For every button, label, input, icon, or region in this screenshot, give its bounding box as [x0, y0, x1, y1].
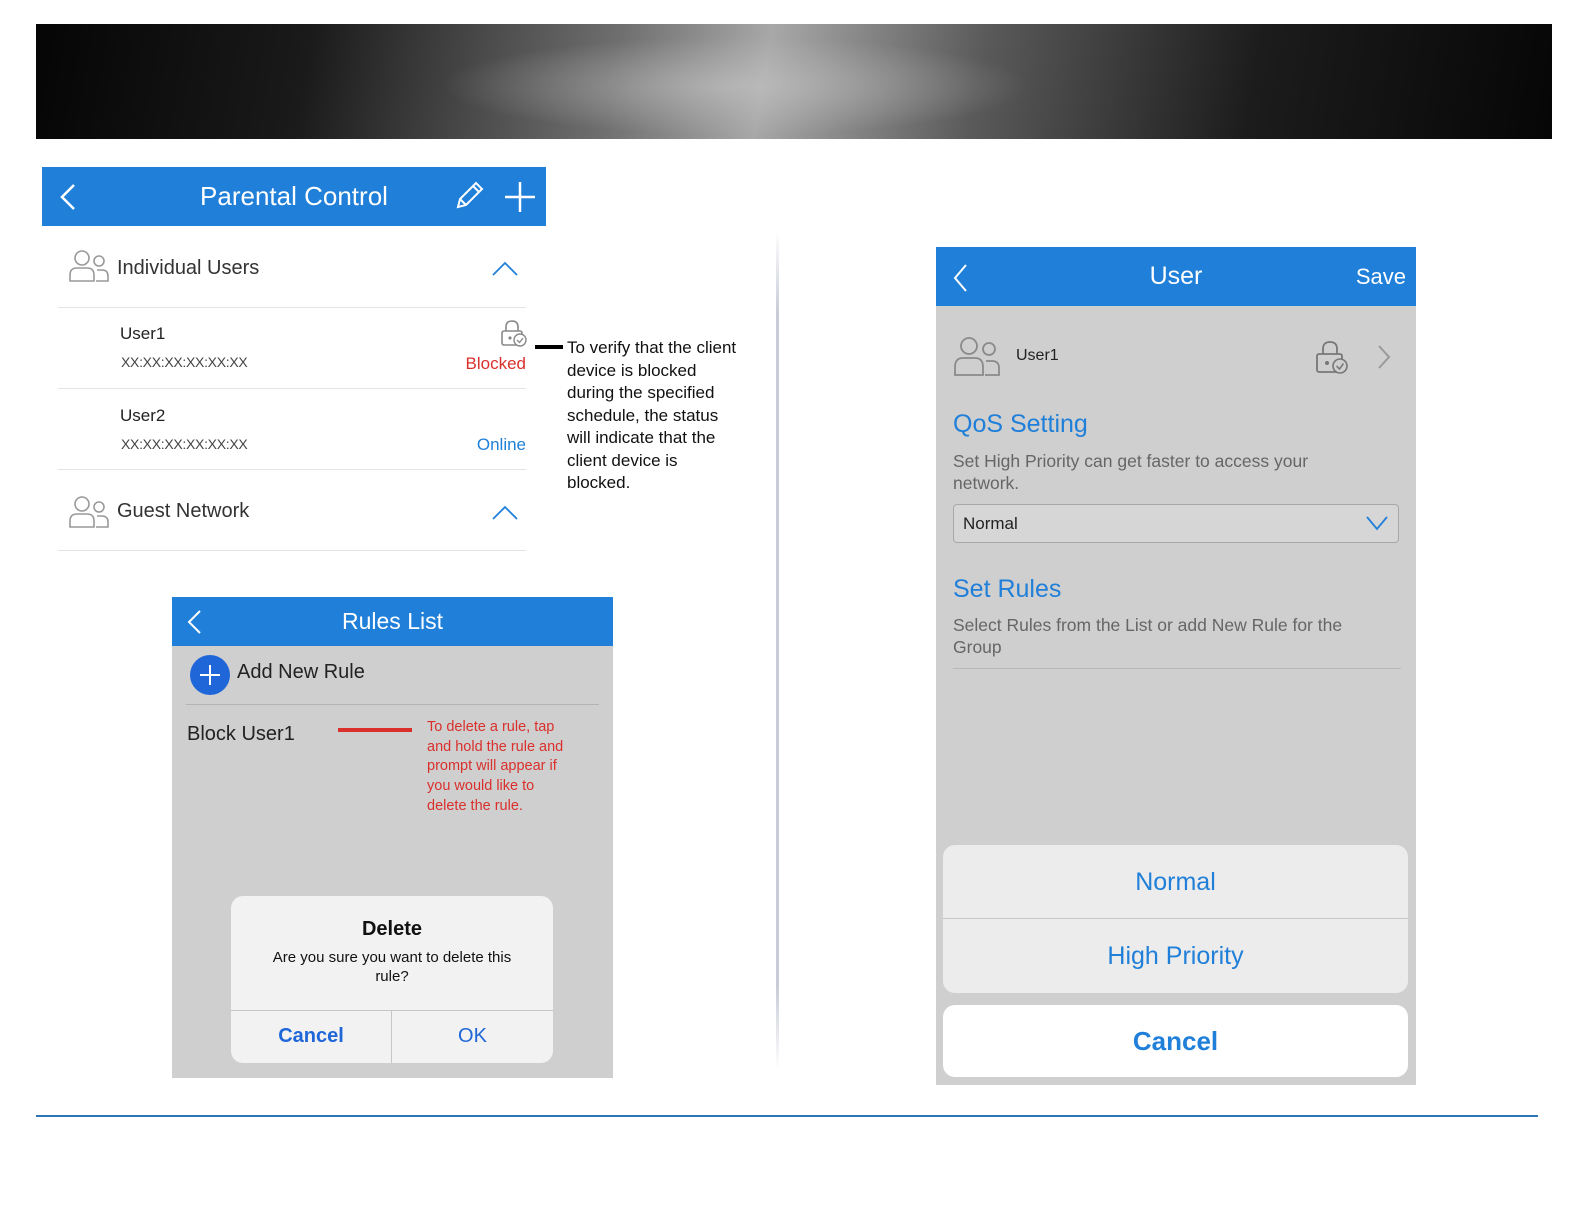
option-normal[interactable]: Normal [943, 845, 1408, 919]
rules-list-header: Rules List [172, 597, 613, 646]
status-badge: Blocked [465, 354, 526, 373]
users-group-icon [69, 496, 109, 528]
individual-users-section[interactable]: Individual Users [58, 228, 526, 308]
individual-users-label: Individual Users [117, 257, 260, 279]
qos-description: Set High Priority can get faster to acce… [953, 451, 1309, 493]
chevron-right-icon[interactable] [1376, 343, 1392, 371]
users-group-icon [69, 250, 109, 282]
user-mac: XX:XX:XX:XX:XX:XX [121, 436, 248, 452]
user-header: User Save [936, 247, 1416, 306]
add-plus-icon[interactable] [502, 179, 538, 215]
column-divider [776, 230, 779, 1070]
qos-select[interactable]: Normal [953, 504, 1399, 543]
back-arrow-icon[interactable] [184, 609, 206, 635]
lock-schedule-icon [501, 320, 527, 347]
dialog-title: Delete [361, 918, 423, 940]
delete-dialog: Delete Are you sure you want to delete t… [231, 896, 553, 1063]
set-rules-heading: Set Rules [953, 575, 1062, 603]
qos-select-value: Normal [963, 514, 1018, 533]
qos-setting-heading: QoS Setting [953, 410, 1088, 438]
callout-note: To verify that the client device is bloc… [567, 338, 737, 492]
set-rules-description: Select Rules from the List or add New Ru… [953, 615, 1343, 657]
qos-action-sheet: Normal High Priority [943, 845, 1408, 993]
user-screen: User Save User1 QoS Setting Set High Pri… [936, 247, 1416, 1085]
cancel-button[interactable]: Cancel [231, 1010, 391, 1063]
callout-pointer [535, 345, 563, 349]
add-new-rule-label[interactable]: Add New Rule [237, 661, 365, 684]
chevron-up-icon[interactable] [492, 504, 518, 520]
divider [186, 704, 599, 705]
dialog-message: Are you sure you want to delete this rul… [272, 949, 512, 985]
users-group-icon [954, 337, 1000, 376]
rules-list-screen: Rules List Add New Rule Block User1 To d… [172, 597, 613, 1078]
option-high-priority[interactable]: High Priority [943, 919, 1408, 993]
user-row-user1[interactable]: User1 XX:XX:XX:XX:XX:XX Blocked [58, 308, 527, 389]
user-row-user2[interactable]: User2 XX:XX:XX:XX:XX:XX Online [58, 389, 526, 470]
delete-rule-note: To delete a rule, tap and hold the rule … [427, 719, 564, 814]
edit-pencil-icon[interactable] [452, 179, 486, 213]
chevron-down-icon [1366, 516, 1388, 531]
footer-rule [36, 1115, 1538, 1117]
back-arrow-icon[interactable] [56, 183, 84, 211]
chevron-up-icon[interactable] [492, 260, 518, 276]
rule-item[interactable]: Block User1 [187, 723, 295, 746]
ok-button[interactable]: OK [392, 1010, 553, 1063]
status-badge: Online [476, 435, 526, 454]
parental-control-header: Parental Control [42, 167, 546, 226]
guest-network-label: Guest Network [117, 500, 250, 522]
plus-icon [200, 665, 220, 685]
guest-network-section[interactable]: Guest Network [58, 470, 526, 551]
lock-schedule-icon[interactable] [1314, 339, 1348, 375]
save-button[interactable]: Save [1336, 247, 1406, 306]
sheet-cancel-button[interactable]: Cancel [943, 1005, 1408, 1077]
user-name: User2 [120, 406, 166, 425]
page-title: Rules List [342, 608, 443, 634]
back-arrow-icon[interactable] [950, 263, 972, 293]
user-mac: XX:XX:XX:XX:XX:XX [121, 354, 248, 370]
header-banner [36, 24, 1552, 139]
user-name: User1 [120, 324, 166, 343]
callout-pointer [338, 728, 412, 732]
add-rule-button[interactable] [190, 655, 230, 695]
user-name: User1 [1016, 347, 1059, 364]
divider [953, 668, 1401, 669]
